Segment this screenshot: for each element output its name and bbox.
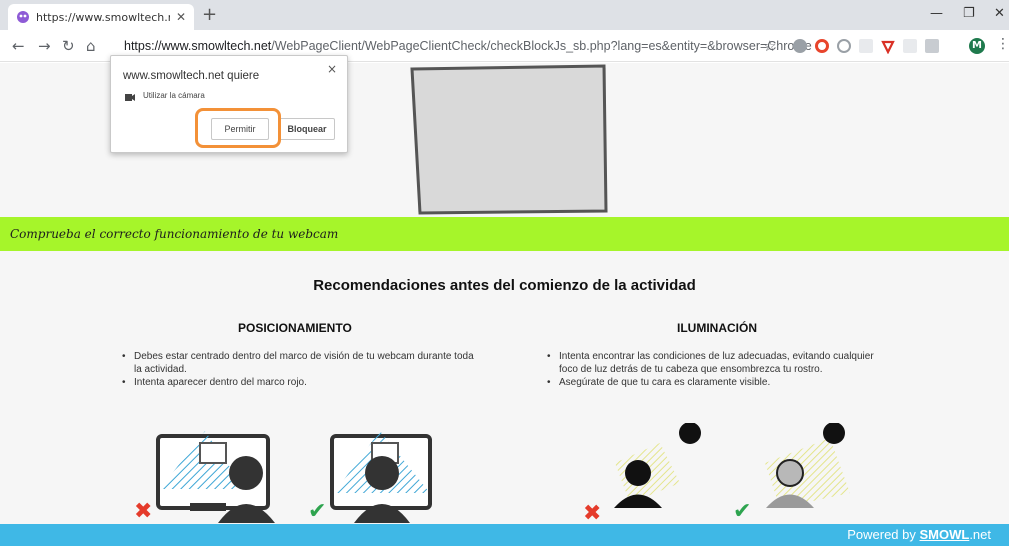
- illustrations: ✖ ✔ ✖ ✔: [134, 423, 850, 523]
- block-button[interactable]: Bloquear: [279, 118, 335, 140]
- browser-tab[interactable]: https://www.smowltech.net/Web ✕: [8, 4, 194, 30]
- lighting-title: ILUMINACIÓN: [677, 321, 757, 335]
- check-icon: ✔: [308, 499, 326, 523]
- wrong-icon: ✖: [134, 499, 152, 523]
- lighting-wrong-illustration: ✖: [583, 423, 701, 523]
- list-item: Intenta aparecer dentro del marco rojo.: [120, 376, 480, 389]
- tab-close-icon[interactable]: ✕: [176, 10, 186, 24]
- positioning-wrong-illustration: ✖: [134, 431, 275, 523]
- profile-avatar[interactable]: M: [969, 38, 985, 54]
- extension-shield-icon[interactable]: [881, 39, 895, 55]
- camera-icon: [125, 94, 135, 101]
- extension-opera-icon[interactable]: [815, 39, 829, 53]
- allow-highlight: [195, 108, 281, 148]
- permission-text: Utilizar la cámara: [143, 91, 205, 100]
- footer: Powered by SMOWL.net: [0, 524, 1009, 546]
- extension-chat-icon[interactable]: [859, 39, 873, 53]
- site-favicon-icon: [17, 11, 29, 23]
- lighting-list: Intenta encontrar las condiciones de luz…: [545, 350, 885, 389]
- extension-box-icon[interactable]: [903, 39, 917, 53]
- extension-gray-icon[interactable]: [925, 39, 939, 53]
- banner-text: Comprueba el correcto funcionamiento de …: [10, 227, 339, 241]
- popup-close-icon[interactable]: ×: [327, 62, 337, 76]
- positioning-title: POSICIONAMIENTO: [238, 321, 352, 335]
- smowl-link[interactable]: SMOWL: [919, 527, 969, 542]
- powered-by: Powered by SMOWL.net: [847, 527, 991, 542]
- minimize-icon[interactable]: —: [930, 6, 943, 21]
- new-tab-button[interactable]: +: [202, 6, 217, 24]
- list-item: Intenta encontrar las condiciones de luz…: [545, 350, 885, 376]
- bookmark-star-icon[interactable]: ☆: [763, 37, 776, 55]
- wrong-icon: ✖: [583, 501, 601, 523]
- webcam-check-banner: Comprueba el correcto funcionamiento de …: [0, 217, 1009, 251]
- lighting-right-illustration: ✔: [733, 423, 850, 523]
- forward-icon[interactable]: →: [38, 37, 51, 55]
- list-item: Asegúrate de que tu cara es claramente v…: [545, 376, 885, 389]
- tab-strip: https://www.smowltech.net/Web ✕ + — ❐ ✕: [0, 0, 1009, 30]
- list-item: Debes estar centrado dentro del marco de…: [120, 350, 480, 376]
- positioning-right-illustration: ✔: [308, 431, 432, 523]
- address-bar[interactable]: https://www.smowltech.net/WebPageClient/…: [112, 35, 812, 57]
- restore-icon[interactable]: ❐: [963, 6, 975, 21]
- recommendations-title: Recomendaciones antes del comienzo de la…: [313, 277, 696, 294]
- positioning-list: Debes estar centrado dentro del marco de…: [120, 350, 480, 389]
- check-icon: ✔: [733, 499, 751, 523]
- browser-menu-icon[interactable]: ⋮: [996, 36, 1009, 52]
- tab-title: https://www.smowltech.net/Web: [36, 10, 170, 24]
- extension-globe-icon[interactable]: [793, 39, 807, 53]
- reload-icon[interactable]: ↻: [62, 37, 75, 55]
- url-text: https://www.smowltech.net/WebPageClient/…: [124, 39, 812, 53]
- window-close-icon[interactable]: ✕: [994, 6, 1005, 21]
- back-icon[interactable]: ←: [12, 37, 25, 55]
- popup-title: www.smowltech.net quiere: [123, 70, 260, 82]
- home-icon[interactable]: ⌂: [86, 37, 96, 55]
- extension-circle-icon[interactable]: [837, 39, 851, 53]
